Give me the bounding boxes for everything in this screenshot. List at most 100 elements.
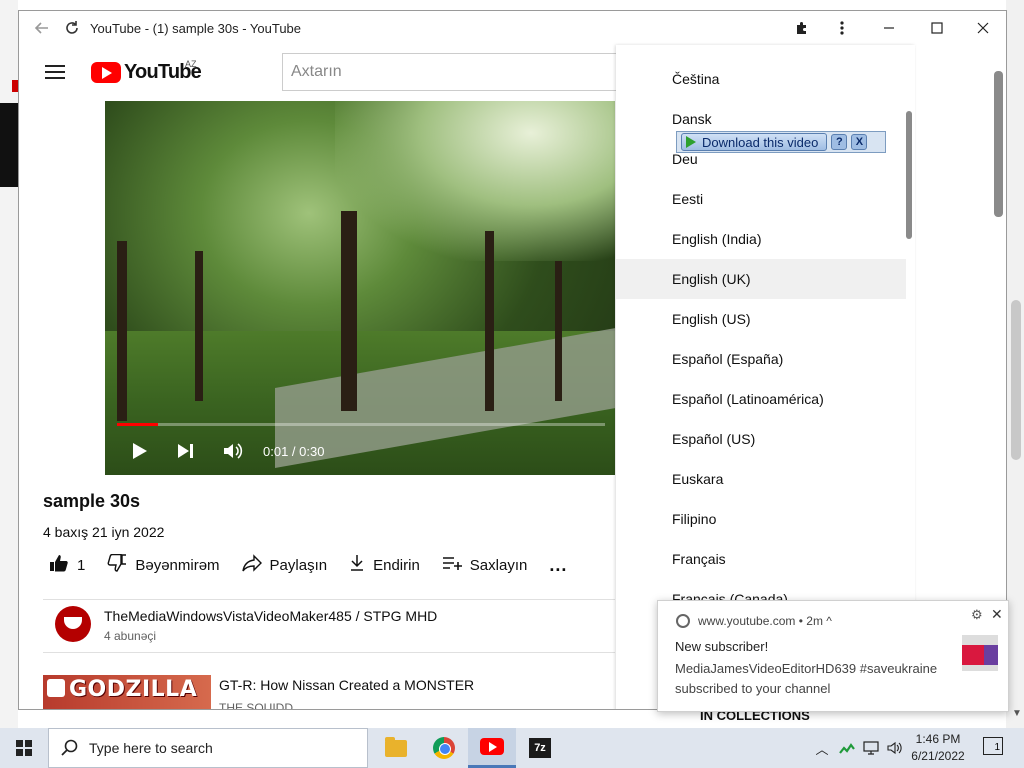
language-option[interactable]: English (US) — [616, 299, 906, 339]
close-helper-icon[interactable]: X — [851, 134, 868, 150]
language-option[interactable]: Français — [616, 539, 906, 579]
recommended-thumbnail[interactable]: GODZILLA — [43, 675, 211, 709]
start-button[interactable] — [0, 728, 48, 768]
recommended-video[interactable]: GODZILLA GT-R: How Nissan Created a MONS… — [43, 675, 615, 710]
video-frame-sky — [335, 101, 615, 261]
reload-icon[interactable] — [59, 11, 85, 45]
tree-trunk — [341, 211, 357, 411]
share-button[interactable]: Paylaşın — [241, 553, 327, 577]
save-label: Saxlayın — [469, 556, 528, 574]
video-player[interactable]: 0:01 / 0:30 — [105, 101, 615, 475]
clock-time: 1:46 PM — [915, 732, 961, 746]
close-icon[interactable]: ✕ — [991, 606, 1003, 623]
youtube-play-logo-icon — [91, 62, 121, 83]
language-option[interactable]: English (UK) — [616, 259, 906, 299]
notification-body: MediaJamesVideoEditorHD639 #saveukraine … — [675, 659, 945, 699]
download-video-label: Download this video — [702, 134, 819, 150]
download-label: Endirin — [373, 556, 420, 574]
language-option[interactable]: Eesti — [616, 179, 906, 219]
folder-icon — [385, 736, 407, 757]
kebab-menu-icon[interactable] — [829, 11, 855, 45]
gear-icon[interactable]: ⚙ — [971, 607, 983, 623]
page-scrollbar[interactable] — [994, 71, 1003, 217]
video-progress-bar[interactable] — [117, 423, 605, 426]
download-button[interactable]: Endirin — [349, 554, 420, 577]
language-option[interactable]: Euskara — [616, 459, 906, 499]
notification-line: subscribed to your channel — [675, 681, 831, 696]
like-count: 1 — [77, 556, 86, 574]
notification-source: www.youtube.com • 2m ^ — [698, 614, 832, 628]
search-input[interactable]: Axtarın — [282, 53, 622, 91]
like-button[interactable]: 1 — [49, 554, 85, 577]
tree-trunk — [195, 251, 203, 401]
download-icon — [349, 554, 365, 577]
network-icon[interactable] — [860, 728, 882, 768]
notification-toast[interactable]: www.youtube.com • 2m ^ ⚙ ✕ New subscribe… — [657, 600, 1009, 712]
action-center-count: 1 — [994, 742, 1000, 753]
notification-age: 2m — [806, 614, 823, 628]
scroll-down-arrow-icon[interactable]: ▼ — [1012, 708, 1022, 719]
chrome-icon — [676, 614, 690, 628]
language-option[interactable]: Español (España) — [616, 339, 906, 379]
dislike-label: Bəyənmirəm — [135, 556, 220, 574]
recommended-channel: THE SQUIDD — [219, 701, 294, 710]
clock-date: 6/21/2022 — [911, 749, 965, 763]
share-icon — [241, 553, 262, 577]
minimize-icon[interactable] — [869, 11, 909, 45]
taskbar-search-placeholder: Type here to search — [89, 740, 213, 756]
extensions-icon[interactable] — [789, 11, 815, 45]
tray-expand-chevron-icon[interactable]: ︿ — [812, 728, 832, 768]
video-actions: 1 Bəyənmirəm Paylaşın Endirin Saxlayın .… — [49, 553, 589, 577]
language-option[interactable]: English (India) — [616, 219, 906, 259]
maximize-icon[interactable] — [917, 11, 957, 45]
volume-icon[interactable] — [219, 435, 247, 467]
taskbar-clock[interactable]: 1:46 PM 6/21/2022 — [900, 731, 976, 765]
dislike-button[interactable]: Bəyənmirəm — [107, 553, 220, 577]
channel-avatar[interactable] — [55, 606, 91, 642]
background-black-block — [0, 103, 18, 187]
close-icon[interactable] — [963, 11, 1003, 45]
download-helper-bar: Download this video ? X — [676, 131, 886, 153]
more-actions-button[interactable]: ... — [549, 555, 567, 576]
download-video-button[interactable]: Download this video — [681, 133, 828, 151]
taskbar-search[interactable]: Type here to search — [48, 728, 368, 768]
back-arrow-icon[interactable] — [29, 11, 55, 45]
language-option[interactable]: Čeština — [616, 59, 906, 99]
thumbnail-text: GODZILLA — [69, 677, 198, 702]
tray-app-icon[interactable] — [836, 728, 858, 768]
thumbs-up-icon — [49, 554, 69, 577]
desktop-left-strip — [0, 0, 18, 728]
play-icon[interactable] — [127, 435, 153, 467]
tree-trunk — [117, 241, 127, 421]
language-option[interactable]: Español (US) — [616, 419, 906, 459]
title-bar: YouTube - (1) sample 30s - YouTube — [19, 11, 1006, 45]
language-option[interactable]: Español (Latinoamérica) — [616, 379, 906, 419]
video-meta: 4 baxış 21 iyn 2022 — [43, 524, 165, 540]
7zip-app[interactable]: 7z — [516, 728, 564, 768]
search-icon — [61, 739, 79, 762]
language-menu-scrollbar[interactable] — [906, 111, 912, 239]
hamburger-menu-icon[interactable] — [45, 65, 65, 79]
save-button[interactable]: Saxlayın — [442, 555, 528, 576]
youtube-app[interactable] — [468, 728, 516, 768]
taskbar: Type here to search 7z ︿ 1:46 PM 6/21/20… — [0, 728, 1024, 768]
help-icon[interactable]: ? — [831, 134, 848, 150]
chrome-app[interactable] — [420, 728, 468, 768]
background-scrollbar[interactable] — [1011, 300, 1021, 460]
thumbnail-logo-icon — [47, 679, 65, 697]
next-icon[interactable] — [173, 435, 199, 467]
channel-name[interactable]: TheMediaWindowsVistaVideoMaker485 / STPG… — [104, 608, 437, 624]
language-option[interactable]: Filipino — [616, 499, 906, 539]
recommended-title[interactable]: GT-R: How Nissan Created a MONSTER — [219, 677, 474, 693]
file-explorer-app[interactable] — [372, 728, 420, 768]
notification-image — [962, 635, 998, 671]
7zip-icon: 7z — [529, 738, 551, 758]
video-progress-fill — [117, 423, 159, 426]
chevron-up-icon[interactable]: ^ — [826, 614, 832, 628]
chrome-icon — [433, 737, 455, 759]
download-play-icon — [686, 136, 696, 148]
action-center-icon[interactable]: 1 — [983, 737, 1003, 755]
notification-line: MediaJamesVideoEditorHD639 #saveukraine — [675, 661, 938, 676]
channel-row[interactable]: TheMediaWindowsVistaVideoMaker485 / STPG… — [43, 599, 615, 653]
channel-subscribers: 4 abunəçi — [104, 629, 157, 643]
